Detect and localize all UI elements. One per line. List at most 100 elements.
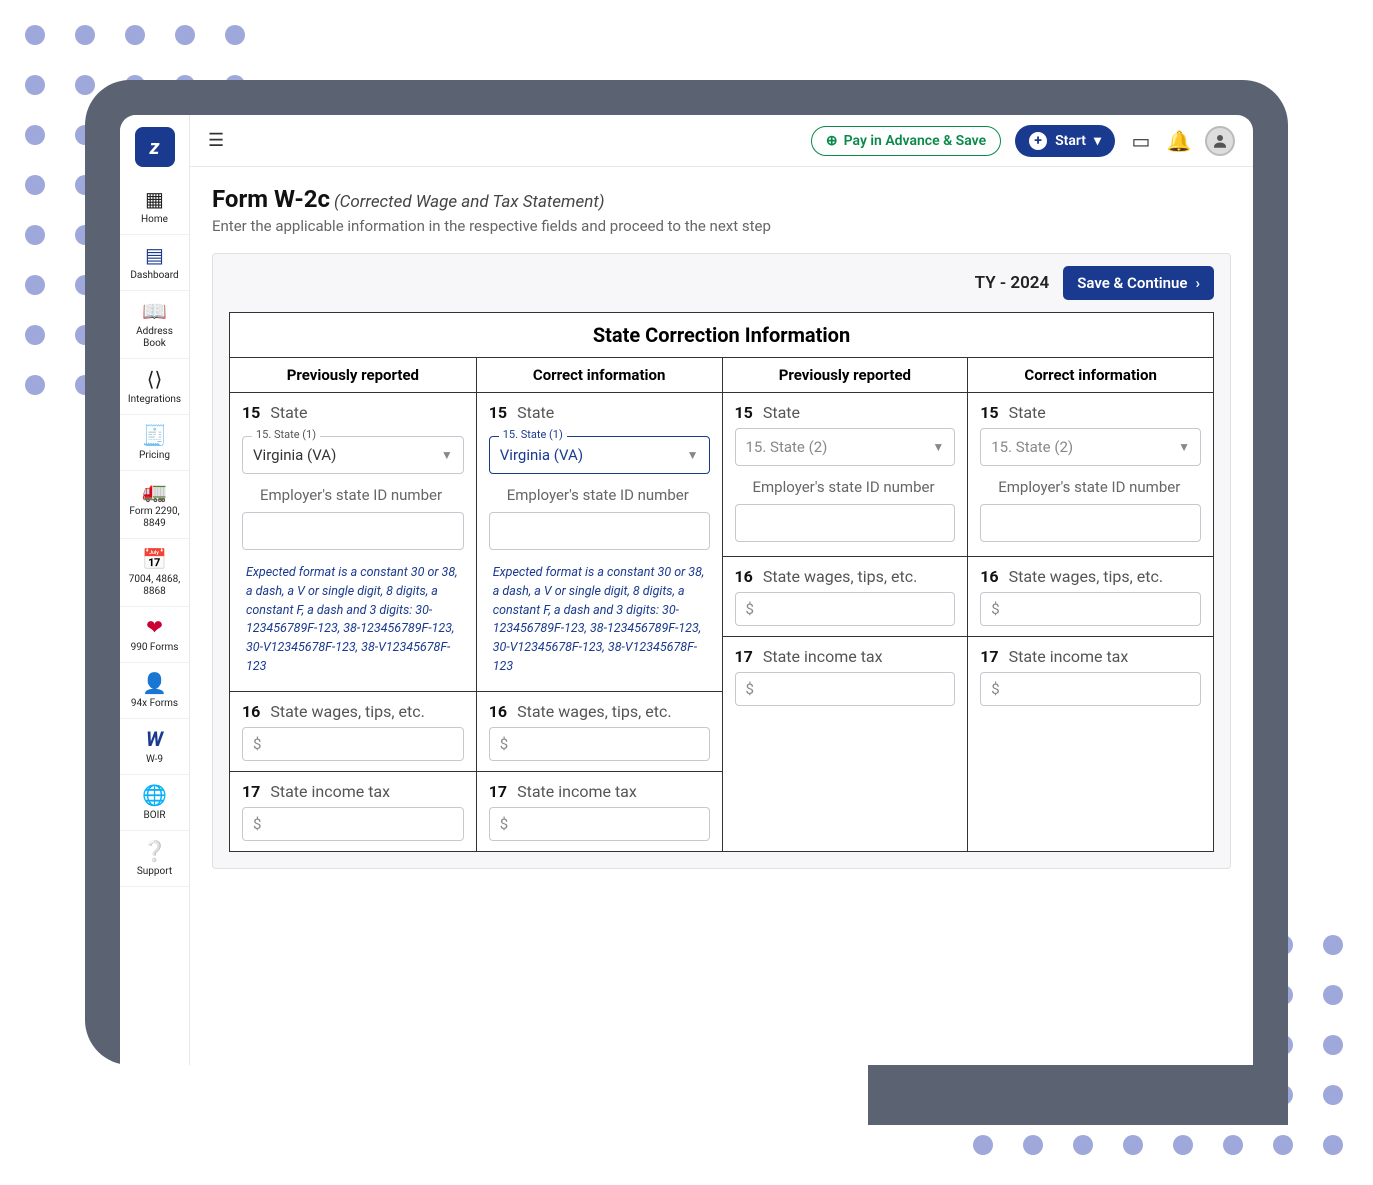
col-header-corr: Correct information [477, 358, 722, 393]
support-icon: ❔ [124, 839, 185, 863]
state-tax-prev-1-input[interactable]: $ [242, 807, 464, 841]
sidebar-item-7004[interactable]: 📅7004, 4868, 8868 [120, 539, 189, 607]
sidebar-item-dashboard[interactable]: ▤ Dashboard [120, 235, 189, 291]
sidebar-item-pricing[interactable]: 🧾Pricing [120, 415, 189, 471]
save-continue-button[interactable]: Save & Continue› [1063, 266, 1214, 300]
w9-icon: W [124, 727, 185, 751]
ein-prev-1-input[interactable] [242, 512, 464, 550]
ein-corr-2-input[interactable] [980, 504, 1201, 542]
ein-label: Employer's state ID number [753, 478, 956, 496]
state-2-corr-select[interactable]: 15. State (2)▼ [980, 428, 1201, 466]
state-wages-corr-2-input[interactable]: $ [980, 592, 1201, 626]
sidebar-item-label: W-9 [146, 754, 163, 765]
currency-symbol: $ [500, 735, 508, 753]
col-header-prev: Previously reported [230, 358, 476, 393]
collapse-sidebar-button[interactable]: ☰ [208, 130, 224, 151]
box-15-label: State [1009, 403, 1046, 422]
sidebar-item-label: 94x Forms [131, 698, 178, 709]
state-tax-corr-2-input[interactable]: $ [980, 672, 1201, 706]
state-2-prev-select[interactable]: 15. State (2)▼ [735, 428, 956, 466]
box-16-label: State wages, tips, etc. [763, 567, 918, 586]
box-16-num: 16 [242, 702, 260, 721]
currency-symbol: $ [253, 815, 261, 833]
sidebar-item-label: Pricing [139, 450, 170, 461]
state-tax-prev-2-input[interactable]: $ [735, 672, 956, 706]
state-1-corr-select[interactable]: Virginia (VA) ▼ [489, 436, 710, 474]
state-1-corr-value: Virginia (VA) [500, 446, 583, 464]
state-wages-prev-2-input[interactable]: $ [735, 592, 956, 626]
book-icon: 📖 [124, 299, 185, 323]
bell-icon[interactable]: 🔔 [1167, 129, 1191, 153]
cell-16-prev-2: 16 State wages, tips, etc. $ [723, 557, 968, 637]
box-15-label: State [270, 403, 307, 422]
cell-17-prev-2: 17 State income tax $ [723, 637, 968, 716]
start-button[interactable]: +Start▾ [1015, 125, 1115, 157]
sidebar-item-label: BOIR [144, 810, 166, 821]
cell-15-corr-1: 15State 15. State (1) Virginia (VA)▼ Emp… [477, 393, 722, 692]
calendar-icon: 📅 [124, 547, 185, 571]
sidebar-item-home[interactable]: ▦Home [120, 179, 189, 235]
app-logo[interactable]: z [135, 127, 175, 167]
sidebar-item-w9[interactable]: W W-9 [120, 719, 189, 775]
sidebar-item-label: Support [137, 866, 172, 877]
box-16-num: 16 [735, 567, 753, 586]
globe-icon: 🌐 [124, 783, 185, 807]
id-card-icon[interactable]: ▭ [1129, 129, 1153, 153]
box-16-num: 16 [980, 567, 998, 586]
box-16-num: 16 [489, 702, 507, 721]
sidebar-item-integrations[interactable]: ⟨⟩ Integrations [120, 359, 189, 415]
cell-15-prev-1: 15State 15. State (1) Virginia (VA)▼ Emp… [230, 393, 476, 692]
currency-symbol: $ [253, 735, 261, 753]
pay-in-advance-button[interactable]: ⊕Pay in Advance & Save [811, 126, 1001, 156]
box-16-label: State wages, tips, etc. [1009, 567, 1164, 586]
state-tax-corr-1-input[interactable]: $ [489, 807, 710, 841]
state-wages-prev-1-input[interactable]: $ [242, 727, 464, 761]
app-screen: z ▦Home ▤ Dashboard 📖Address Book ⟨⟩ Integ… [120, 115, 1253, 1065]
state-1-legend: 15. State (1) [499, 428, 567, 441]
box-16-label: State wages, tips, etc. [270, 702, 425, 721]
cell-16-corr-1: 16State wages, tips, etc. $ [477, 692, 722, 772]
pay-label: Pay in Advance & Save [844, 133, 986, 149]
chevron-down-icon: ▼ [687, 448, 699, 462]
col-corr-2: Correct information 15State 15. State (2… [967, 358, 1213, 851]
box-15-num: 15 [980, 403, 998, 422]
box-15-num: 15 [489, 403, 507, 422]
col-prev-2: Previously reported 15State 15. State (2… [722, 358, 968, 851]
sidebar-item-94x[interactable]: 👤 94x Forms [120, 663, 189, 719]
ein-prev-2-input[interactable] [735, 504, 956, 542]
currency-symbol: $ [746, 680, 754, 698]
cell-17-corr-2: 17State income tax $ [968, 637, 1213, 716]
ein-corr-1-input[interactable] [489, 512, 710, 550]
integrations-icon: ⟨⟩ [124, 367, 185, 391]
box-15-label: State [517, 403, 554, 422]
chevron-down-icon: ▼ [1178, 440, 1190, 454]
sidebar-item-990[interactable]: ❤990 Forms [120, 607, 189, 663]
state-1-prev-select[interactable]: Virginia (VA)▼ [242, 436, 464, 474]
page-subtitle: (Corrected Wage and Tax Statement) [334, 192, 604, 212]
user-avatar[interactable] [1205, 126, 1235, 156]
cell-16-prev-1: 16 State wages, tips, etc. $ [230, 692, 476, 772]
box-17-num: 17 [735, 647, 753, 666]
sidebar-item-address-book[interactable]: 📖Address Book [120, 291, 189, 359]
dashboard-icon: ▤ [124, 243, 185, 267]
currency-symbol: $ [991, 600, 999, 618]
sidebar-item-label: Dashboard [130, 270, 178, 281]
ein-label: Employer's state ID number [260, 486, 464, 504]
sidebar-item-label: Integrations [128, 394, 181, 405]
ein-format-hint: Expected format is a constant 30 or 38, … [493, 564, 706, 677]
device-frame: z ▦Home ▤ Dashboard 📖Address Book ⟨⟩ Integ… [85, 80, 1288, 1065]
page-title: Form W-2c [212, 185, 330, 213]
sidebar-item-support[interactable]: ❔ Support [120, 831, 189, 887]
truck-icon: 🚛 [124, 479, 185, 503]
card-header: TY - 2024 Save & Continue› [213, 254, 1230, 312]
box-15-num: 15 [735, 403, 753, 422]
tax-year-label: TY - 2024 [975, 273, 1050, 293]
sidebar-item-boir[interactable]: 🌐 BOIR [120, 775, 189, 831]
sidebar-item-form-2290[interactable]: 🚛Form 2290, 8849 [120, 471, 189, 539]
person-icon: 👤 [124, 671, 185, 695]
box-17-label: State income tax [763, 647, 883, 666]
state-wages-corr-1-input[interactable]: $ [489, 727, 710, 761]
cell-17-prev-1: 17State income tax $ [230, 772, 476, 851]
ein-format-hint: Expected format is a constant 30 or 38, … [246, 564, 460, 677]
page-description: Enter the applicable information in the … [212, 217, 1231, 235]
